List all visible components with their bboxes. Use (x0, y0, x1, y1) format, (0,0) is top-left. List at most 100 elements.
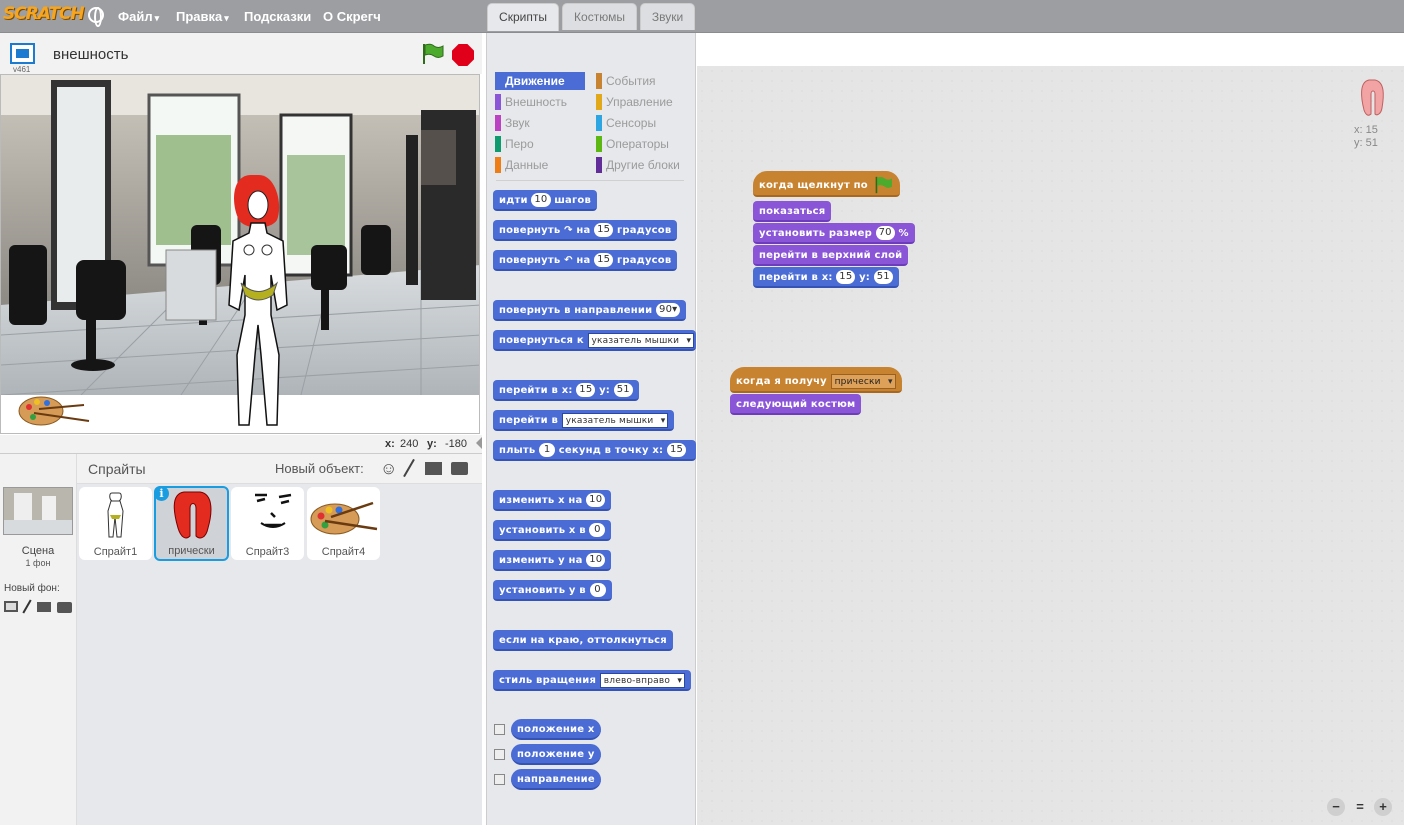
upload-sprite-icon[interactable] (425, 462, 442, 475)
new-backdrop-label: Новый фон: (4, 583, 60, 594)
block-goto-xy[interactable]: перейти в x: 15 y: 51 (493, 380, 639, 401)
category-control[interactable]: Управление (596, 93, 686, 111)
version-label: v461 (13, 65, 31, 74)
category-more-blocks[interactable]: Другие блоки (596, 156, 686, 174)
menu-about[interactable]: О Скрегч (323, 9, 381, 24)
paint-sprite-icon[interactable] (403, 458, 415, 478)
sprite-tile[interactable]: Спрайт1 (79, 487, 152, 560)
reporter-x-position[interactable]: положение x (511, 719, 601, 740)
current-sprite-hair-icon (1361, 79, 1384, 116)
menu-edit[interactable]: Правка ▾ (176, 9, 229, 24)
stage-column: Сцена 1 фон Новый фон: (0, 454, 77, 825)
sprite-name: прически (168, 545, 215, 557)
category-pen[interactable]: Перо (495, 135, 585, 153)
stage-label: Сцена (21, 545, 55, 557)
backdrop-count: 1 фон (25, 558, 51, 568)
palette-divider (496, 180, 684, 181)
fullscreen-button[interactable] (10, 43, 35, 64)
green-flag-icon[interactable] (420, 43, 444, 65)
sprite-y-readout: y: 51 (1354, 137, 1378, 149)
backdrop-library-icon[interactable] (4, 601, 18, 612)
tab-sounds[interactable]: Звуки (640, 3, 695, 30)
block-show[interactable]: показаться (753, 201, 832, 222)
block-goto-xy-script[interactable]: перейти в x: 15 y: 51 (753, 267, 899, 288)
checkbox-x-position[interactable] (494, 724, 505, 735)
zoom-reset-icon[interactable]: = (1351, 798, 1369, 816)
block-goto[interactable]: перейти в указатель мышки (493, 410, 675, 431)
turn-left-icon: ↶ (564, 255, 573, 266)
category-sensing[interactable]: Сенсоры (596, 114, 686, 132)
category-operators[interactable]: Операторы (596, 135, 686, 153)
salon-backdrop-image (1, 75, 479, 433)
sprite-tile[interactable]: Спрайт4 (307, 487, 380, 560)
block-set-y[interactable]: установить у в 0 (493, 580, 612, 601)
palette-thumbnail (310, 501, 378, 535)
sprite-library-icon[interactable]: ☺ (380, 459, 397, 479)
info-icon[interactable]: i (154, 486, 169, 501)
block-point-direction[interactable]: повернуть в направлении 90▾ (493, 300, 687, 321)
zoom-in-icon[interactable]: + (1374, 798, 1392, 816)
menu-tips[interactable]: Подсказки (244, 9, 311, 24)
stop-sign-icon[interactable] (452, 44, 474, 66)
scripts-top-strip (697, 33, 1404, 66)
stage-canvas[interactable] (0, 74, 480, 434)
block-set-x[interactable]: установить х в 0 (493, 520, 612, 541)
collapse-arrow-icon[interactable] (476, 437, 482, 449)
block-go-to-front[interactable]: перейти в верхний слой (753, 245, 909, 266)
sprite-name: Спрайт4 (321, 546, 366, 558)
green-flag-icon (875, 176, 892, 194)
reporter-y-position[interactable]: положение y (511, 744, 601, 765)
sprites-title: Спрайты (88, 461, 146, 477)
tab-costumes[interactable]: Костюмы (562, 3, 637, 30)
sprite-name: Спрайт3 (245, 546, 290, 558)
hat-when-i-receive[interactable]: когда я получу прически (730, 367, 902, 393)
stage-thumbnail[interactable] (3, 487, 73, 535)
block-turn-left[interactable]: повернуть ↶ на 15 градусов (493, 250, 678, 271)
block-move-steps[interactable]: идти 10 шагов (493, 190, 597, 211)
scratch-editor: { "topbar": { "logo": "SCRATCH", "menu":… (0, 0, 1404, 825)
sprites-pane: Сцена 1 фон Новый фон: Спрайты Новый объ… (0, 453, 482, 825)
mouse-x-value: 240 (400, 438, 419, 450)
category-looks[interactable]: Внешность (495, 93, 585, 111)
sprites-header: Спрайты Новый объект: ☺ (77, 454, 482, 484)
sprite-x-readout: x: 15 (1354, 124, 1378, 136)
turn-right-icon: ↷ (564, 225, 573, 236)
category-data[interactable]: Данные (495, 156, 585, 174)
block-next-costume[interactable]: следующий костюм (730, 394, 862, 415)
sprite1-thumbnail (107, 492, 124, 538)
block-turn-right[interactable]: повернуть ↷ на 15 градусов (493, 220, 678, 241)
sprite3-thumbnail (255, 493, 292, 528)
camera-backdrop-icon[interactable] (57, 602, 72, 613)
sprite-tile-selected[interactable]: i прически (154, 486, 229, 561)
stage-coordinates: x: 240 y: -180 (0, 435, 482, 453)
block-set-size[interactable]: установить размер 70 % (753, 223, 915, 244)
zoom-out-icon[interactable]: − (1327, 798, 1345, 816)
hat-when-flag-clicked[interactable]: когда щелкнут по (753, 171, 900, 197)
category-motion[interactable]: Движение (495, 72, 585, 90)
category-sound[interactable]: Звук (495, 114, 585, 132)
block-glide[interactable]: плыть 1 секунд в точку x: 15 (493, 440, 696, 461)
checkbox-y-position[interactable] (494, 749, 505, 760)
sprite-name: Спрайт1 (93, 546, 138, 558)
block-rotation-style[interactable]: стиль вращения влево-вправо (493, 670, 692, 691)
paint-backdrop-icon[interactable] (22, 599, 32, 614)
category-events[interactable]: События (596, 72, 686, 90)
camera-sprite-icon[interactable] (451, 462, 468, 475)
block-bounce[interactable]: если на краю, оттолкнуться (493, 630, 673, 651)
menu-bar: SCRATCH Файл ▾ Правка ▾ Подсказки О Скрегч… (0, 0, 1404, 33)
block-change-y[interactable]: изменить у на 10 (493, 550, 612, 571)
menu-file[interactable]: Файл ▾ (118, 9, 159, 24)
upload-backdrop-icon[interactable] (37, 602, 51, 612)
sprite-tile[interactable]: Спрайт3 (231, 487, 304, 560)
mouse-y-value: -180 (445, 438, 468, 450)
language-globe-icon[interactable] (88, 7, 104, 27)
new-sprite-label: Новый объект: (275, 461, 364, 476)
current-sprite-name[interactable]: внешность (53, 46, 128, 63)
block-change-x[interactable]: изменить х на 10 (493, 490, 612, 511)
reporter-direction[interactable]: направление (511, 769, 601, 790)
stage-header: v461 внешность (0, 33, 482, 74)
tab-scripts[interactable]: Скрипты (487, 3, 559, 31)
block-point-towards[interactable]: повернуться к указатель мышки (493, 330, 696, 351)
checkbox-direction[interactable] (494, 774, 505, 785)
scratch-logo[interactable]: SCRATCH (3, 4, 85, 28)
